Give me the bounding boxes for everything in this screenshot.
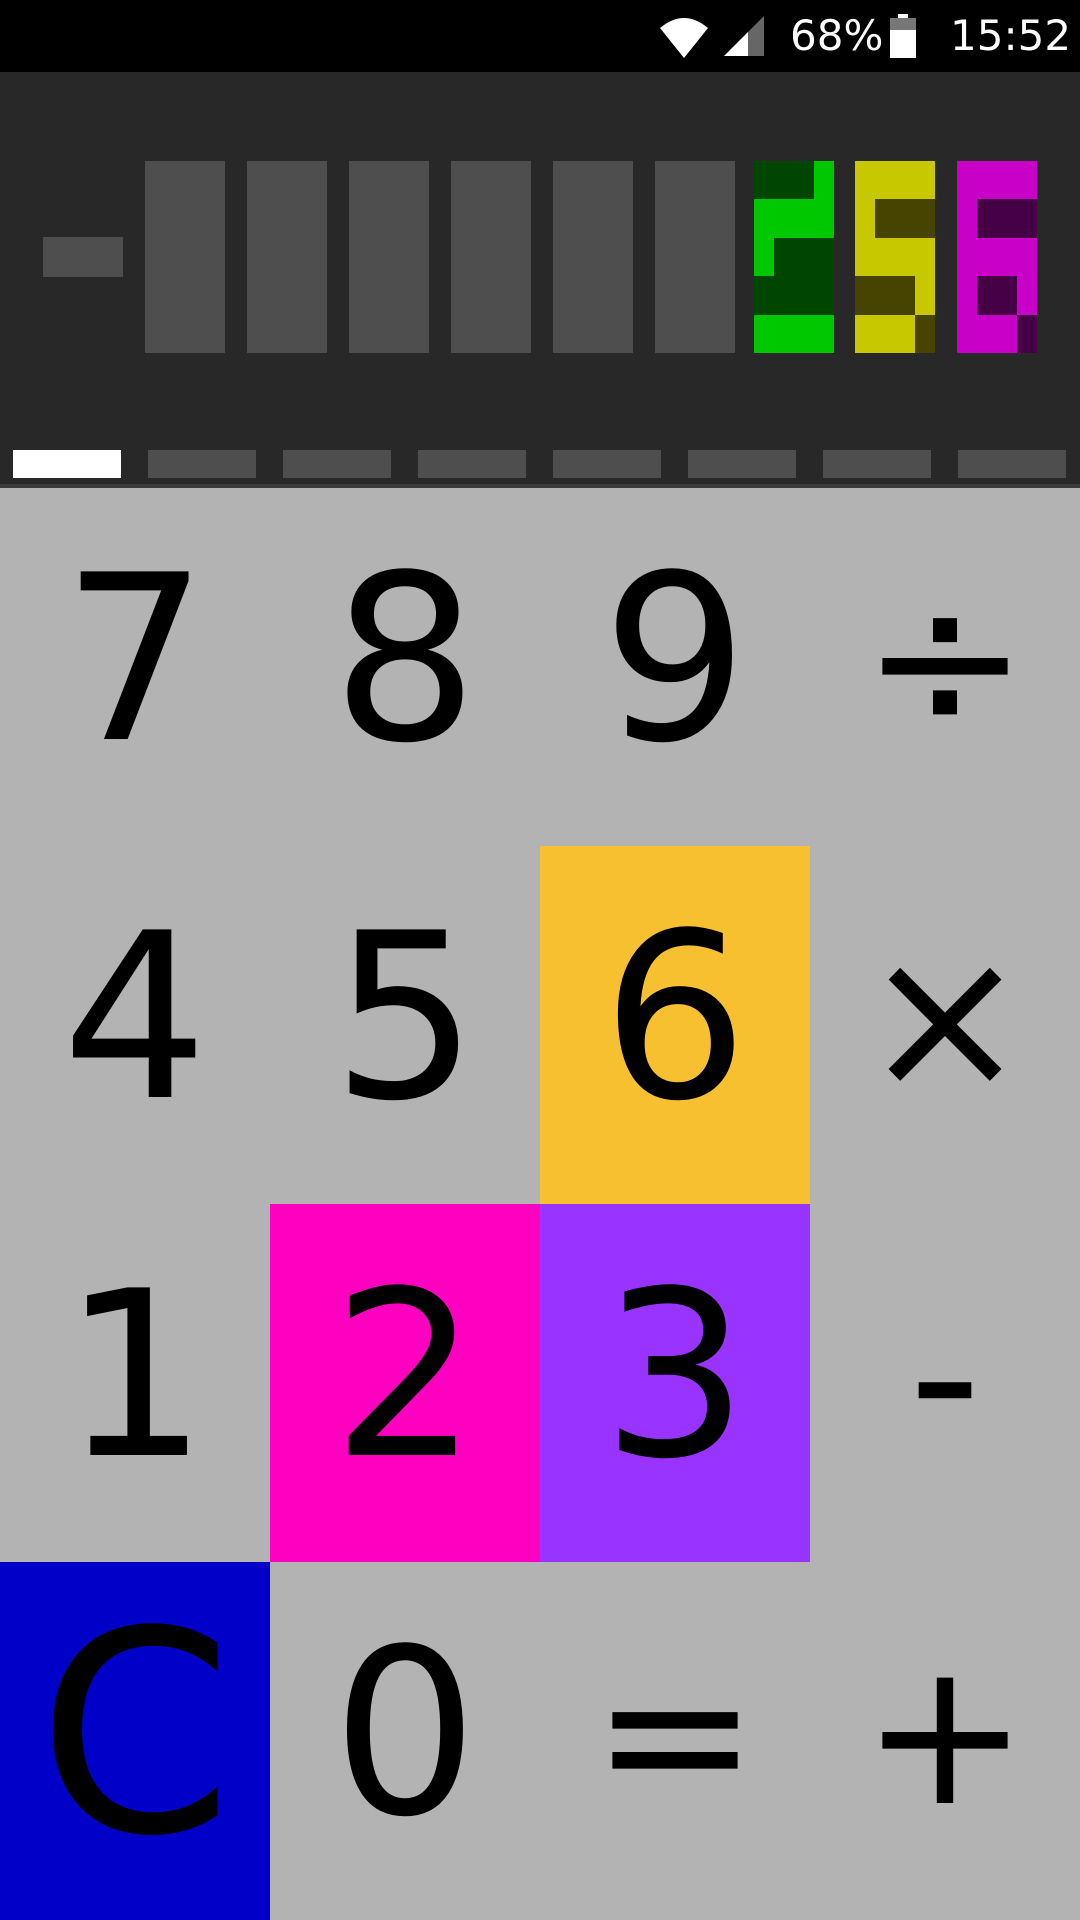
- battery-percent: 68%: [790, 11, 884, 60]
- digit-pixel: [754, 161, 774, 200]
- digit-pixel: [1017, 199, 1037, 238]
- battery-icon: [890, 14, 916, 58]
- key-0[interactable]: 0: [270, 1562, 540, 1920]
- key-4[interactable]: 4: [0, 846, 270, 1204]
- digit-pixel: [754, 276, 774, 315]
- key-label: -: [908, 1260, 982, 1493]
- key-label: 6: [601, 885, 749, 1152]
- key-6[interactable]: 6: [540, 846, 810, 1204]
- digit-pixel: [774, 161, 794, 200]
- key-1[interactable]: 1: [0, 1204, 270, 1562]
- digit-pixel: [1017, 314, 1037, 353]
- key-label: 2: [331, 1243, 479, 1510]
- display-digit: [855, 161, 935, 353]
- page-indicator-item[interactable]: [148, 450, 256, 478]
- key-3[interactable]: 3: [540, 1204, 810, 1562]
- key-label: ÷: [861, 544, 1029, 777]
- key-label: 7: [61, 527, 209, 794]
- signal-icon: [724, 16, 764, 56]
- key-equals[interactable]: =: [540, 1562, 810, 1920]
- digit-pixel: [895, 199, 915, 238]
- page-indicator-item[interactable]: [283, 450, 391, 478]
- clock: 15:52: [950, 11, 1072, 60]
- key-9[interactable]: 9: [540, 488, 810, 846]
- display-digit: [553, 161, 633, 353]
- status-bar: 68% 15:52: [0, 0, 1080, 72]
- key-8[interactable]: 8: [270, 488, 540, 846]
- digit-pixel: [814, 237, 834, 277]
- key-divide[interactable]: ÷: [810, 488, 1080, 846]
- page-indicator-active[interactable]: [13, 450, 121, 478]
- digit-pixel: [794, 161, 814, 200]
- digit-pixel: [774, 237, 794, 277]
- page-indicator-item[interactable]: [688, 450, 796, 478]
- digit-pixel: [814, 276, 834, 315]
- digit-pixel: [794, 276, 814, 315]
- digit-pixel: [774, 276, 794, 315]
- key-label: 9: [601, 527, 749, 794]
- digit-pixel: [895, 276, 915, 315]
- key-label: 4: [61, 885, 209, 1152]
- key-label: ×: [861, 902, 1029, 1135]
- calculator-display: [0, 72, 1080, 486]
- key-label: C: [37, 1572, 233, 1898]
- display-digit: [451, 161, 531, 353]
- page-indicator-item[interactable]: [823, 450, 931, 478]
- page-indicator: [0, 450, 1080, 478]
- key-label: =: [591, 1618, 759, 1851]
- digit-pixel: [977, 199, 997, 238]
- sign-indicator: [43, 237, 123, 277]
- digit-pixel: [794, 237, 814, 277]
- key-minus[interactable]: -: [810, 1204, 1080, 1562]
- page-indicator-item[interactable]: [553, 450, 661, 478]
- digit-pixel: [915, 199, 935, 238]
- display-digit: [349, 161, 429, 353]
- digit-pixel: [875, 276, 895, 315]
- key-label: 3: [601, 1243, 749, 1510]
- key-7[interactable]: 7: [0, 488, 270, 846]
- digit-pixel: [997, 199, 1017, 238]
- key-multiply[interactable]: ×: [810, 846, 1080, 1204]
- key-label: 1: [61, 1243, 209, 1510]
- key-label: 8: [331, 527, 479, 794]
- display-digit: [754, 161, 834, 353]
- display-digit: [957, 161, 1037, 353]
- digit-pixel: [997, 276, 1017, 315]
- display-digit: [655, 161, 735, 353]
- digit-pixel: [915, 314, 935, 353]
- digit-pixel: [855, 276, 875, 315]
- key-label: +: [861, 1618, 1029, 1851]
- display-digit: [247, 161, 327, 353]
- digit-pixel: [875, 199, 895, 238]
- wifi-icon: [660, 18, 708, 58]
- digit-pixel: [977, 276, 997, 315]
- key-2[interactable]: 2: [270, 1204, 540, 1562]
- key-label: 5: [331, 885, 479, 1152]
- key-5[interactable]: 5: [270, 846, 540, 1204]
- display-digit: [145, 161, 225, 353]
- page-indicator-item[interactable]: [958, 450, 1066, 478]
- key-label: 0: [331, 1601, 479, 1868]
- key-clear[interactable]: C: [0, 1562, 270, 1920]
- page-indicator-item[interactable]: [418, 450, 526, 478]
- key-plus[interactable]: +: [810, 1562, 1080, 1920]
